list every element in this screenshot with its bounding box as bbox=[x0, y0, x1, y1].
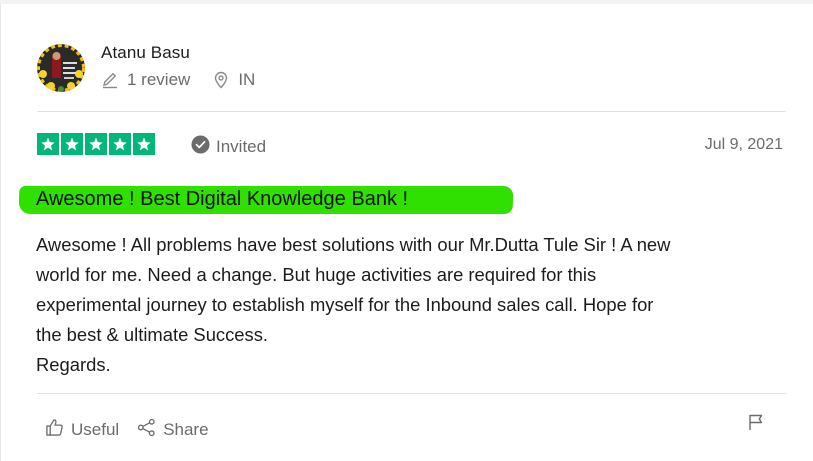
share-icon bbox=[137, 418, 156, 442]
invited-badge[interactable]: Invited bbox=[191, 135, 266, 159]
review-body: Awesome ! All problems have best solutio… bbox=[36, 230, 796, 380]
review-body-line: Regards. bbox=[36, 354, 111, 375]
review-body-line: Awesome ! All problems have best solutio… bbox=[36, 234, 671, 255]
star-icon bbox=[37, 133, 59, 155]
map-pin-icon bbox=[212, 71, 230, 89]
share-label: Share bbox=[163, 420, 209, 439]
invited-label: Invited bbox=[216, 137, 267, 156]
avatar-image bbox=[37, 44, 85, 92]
share-button[interactable]: Share bbox=[137, 418, 209, 442]
report-button[interactable] bbox=[747, 413, 765, 436]
flag-icon bbox=[747, 414, 765, 435]
useful-button[interactable]: Useful bbox=[45, 418, 119, 442]
useful-label: Useful bbox=[71, 420, 120, 439]
review-body-line: the best & ultimate Success. bbox=[36, 324, 269, 345]
review-count: 1 review bbox=[101, 70, 190, 90]
star-icon bbox=[133, 133, 155, 155]
reviewer-name[interactable]: Atanu Basu bbox=[101, 43, 190, 63]
check-circle-icon bbox=[191, 135, 210, 159]
thumbs-up-icon bbox=[45, 418, 64, 442]
review-body-line: experimental journey to establish myself… bbox=[36, 294, 654, 315]
country-label: IN bbox=[238, 70, 256, 89]
review-date: Jul 9, 2021 bbox=[704, 136, 783, 153]
review-count-label: 1 review bbox=[127, 70, 191, 89]
reviewer-location: IN bbox=[212, 70, 255, 90]
star-icon bbox=[109, 133, 131, 155]
divider bbox=[37, 393, 786, 394]
star-icon bbox=[85, 133, 107, 155]
divider bbox=[37, 111, 786, 112]
review-title-wrapper: Awesome ! Best Digital Knowledge Bank ! bbox=[18, 184, 514, 216]
review-actions: Useful Share bbox=[45, 418, 209, 442]
pencil-icon bbox=[101, 71, 119, 89]
avatar[interactable] bbox=[37, 44, 85, 92]
review-card: Atanu Basu 1 review IN Invited Jul 9, 20… bbox=[0, 4, 813, 461]
review-title[interactable]: Awesome ! Best Digital Knowledge Bank ! bbox=[36, 188, 408, 211]
reviewer-meta: 1 review IN bbox=[101, 70, 255, 90]
review-body-line: world for me. Need a change. But huge ac… bbox=[36, 264, 597, 285]
star-icon bbox=[61, 133, 83, 155]
star-rating bbox=[37, 133, 155, 155]
